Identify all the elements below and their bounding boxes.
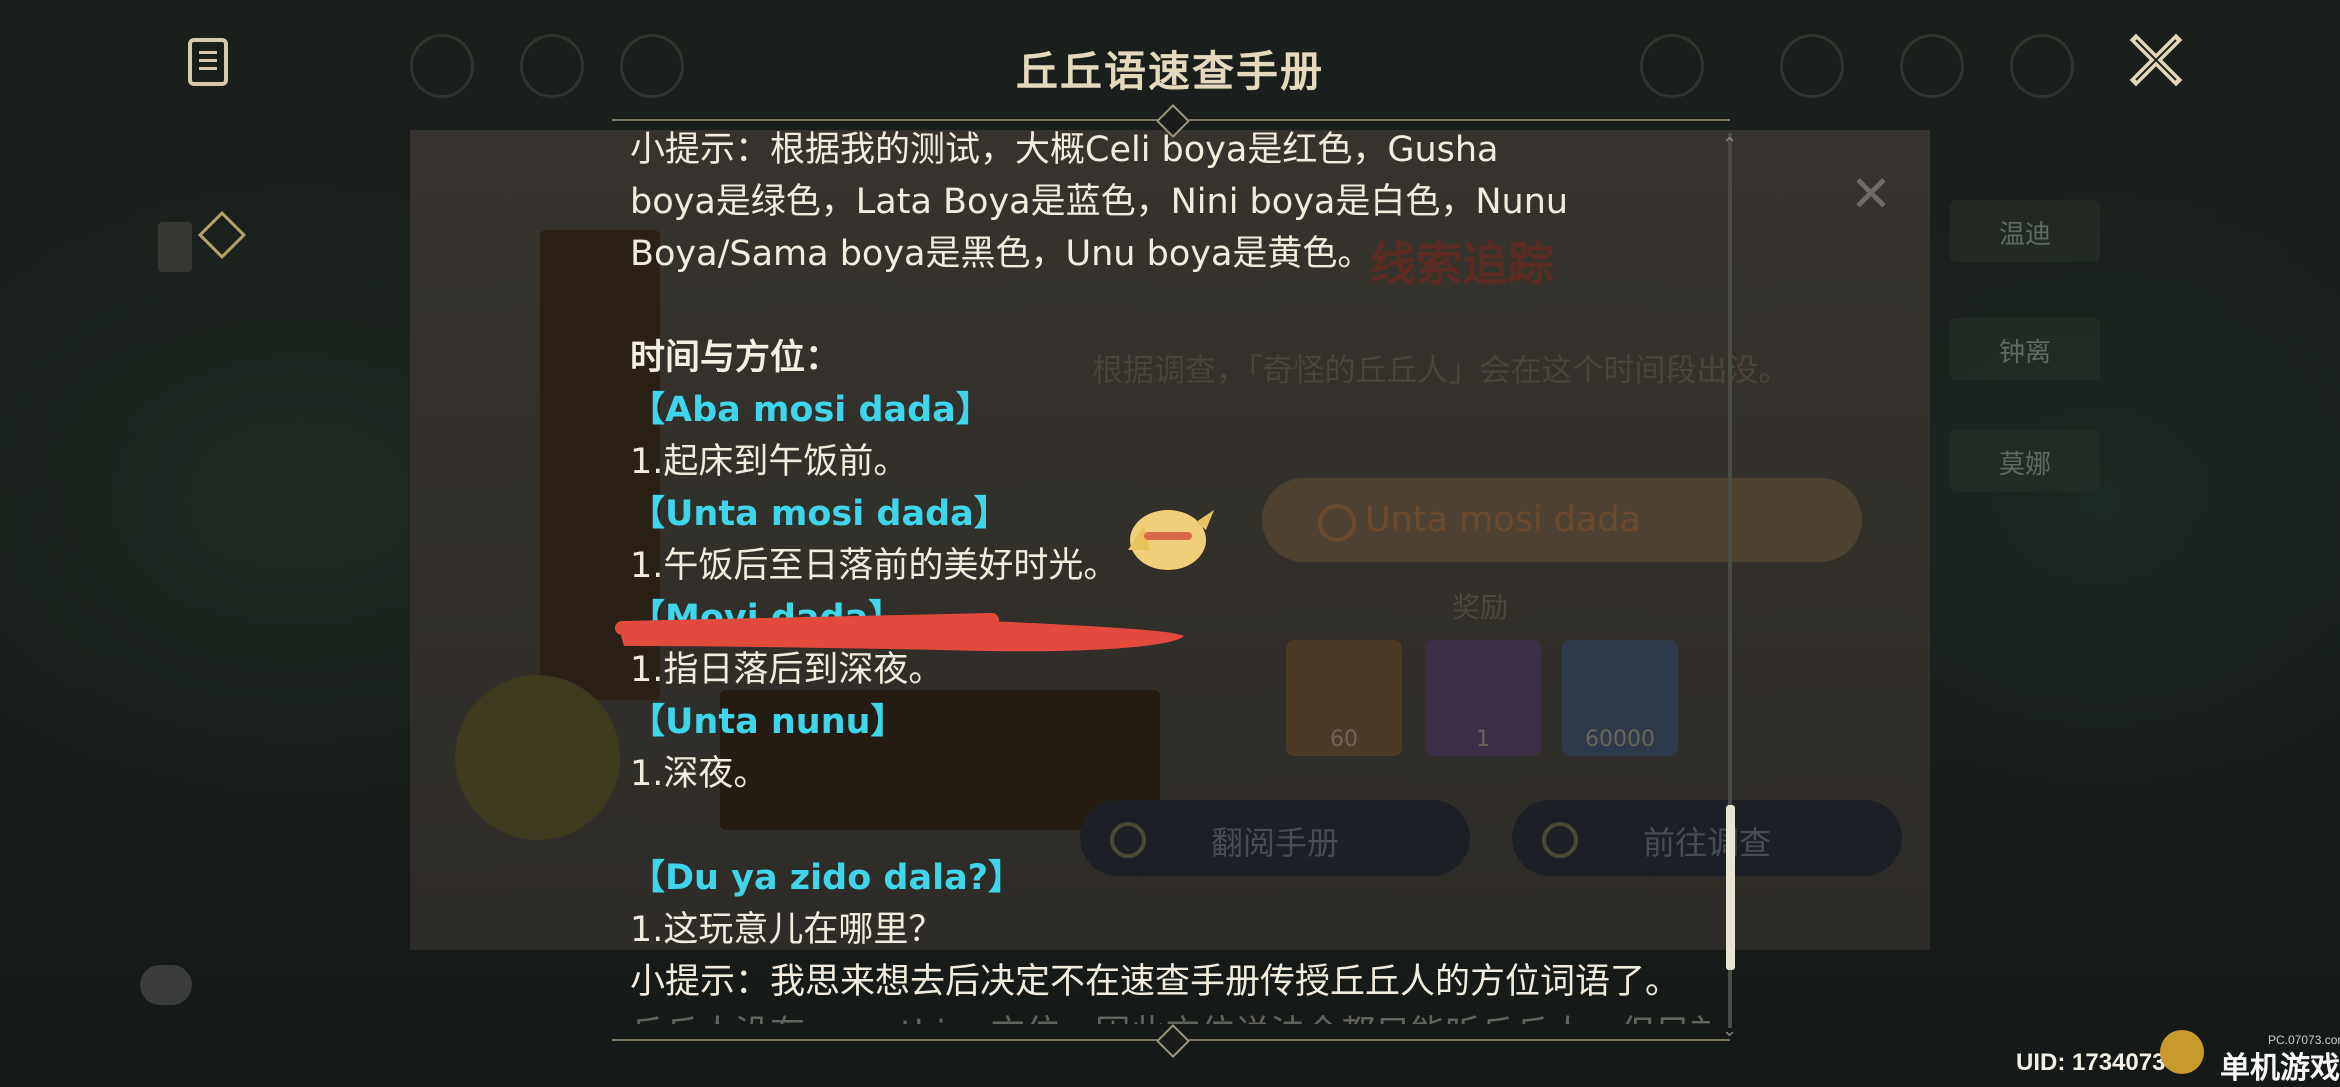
section-title: 时间与方位： [630,338,841,378]
page-title: 丘丘语速查手册 [1015,47,1324,96]
party-name: 温迪 [1998,220,2051,250]
background-slime [455,675,620,840]
tip-line: boya是绿色，Lata Boya是蓝色，Nini boya是白色，Nunu [630,182,1569,222]
scrollbar-thumb[interactable] [1726,805,1735,970]
party-name: 钟离 [1998,338,2051,368]
watermark-badge-icon [2160,1030,2204,1074]
ornament-divider-top [612,104,1730,138]
cut-off-line: 丘丘人没有something方位，因此方位说法全都只能听丘丘人，但目前我们尚找 [630,1008,1710,1024]
red-scribble-redaction [615,613,1184,652]
question-heading: 【Du ya zido dala?】 [630,858,1024,898]
entry-heading: 【Unta nunu】 [630,702,906,742]
background-close-icon: ✕ [1850,165,1892,223]
final-tip: 小提示：我思来想去后决定不在速查手册传授丘丘人的方位词语了。 [630,962,1681,1002]
party-name: 莫娜 [1998,450,2051,480]
question-text: 1.这玩意儿在哪里？ [630,910,944,950]
entry-text: 1.起床到午饭前。 [630,442,909,482]
chat-icon [140,965,192,1005]
handbook-content[interactable]: 小提示：根据我的测试，大概Celi boya是红色，Gusha boya是绿色，… [630,124,1710,1024]
watermark-logo: 单机游戏 [2220,1051,2340,1086]
close-icon[interactable] [2128,32,2184,88]
party-slot-3: 莫娜 [1950,430,2100,492]
tip-line: 小提示：根据我的测试，大概Celi boya是红色，Gusha [630,130,1499,170]
hud-diamond-icon [197,210,247,260]
ornament-divider-bottom [612,1024,1730,1058]
party-slot-1: 温迪 [1950,200,2100,262]
paimon-mascot-icon [1128,510,1214,570]
scroll-up-icon[interactable]: ⌃ [1722,134,1737,155]
entry-heading: 【Aba mosi dada】 [630,390,991,430]
party-slot-2: 钟离 [1950,318,2100,380]
hud-quest-icon [158,222,192,272]
watermark-site: PC.07073.com [2268,1033,2340,1047]
tip-line: Boya/Sama boya是黑色，Unu boya是黄色。 [630,234,1373,274]
entry-text: 1.深夜。 [630,754,769,794]
